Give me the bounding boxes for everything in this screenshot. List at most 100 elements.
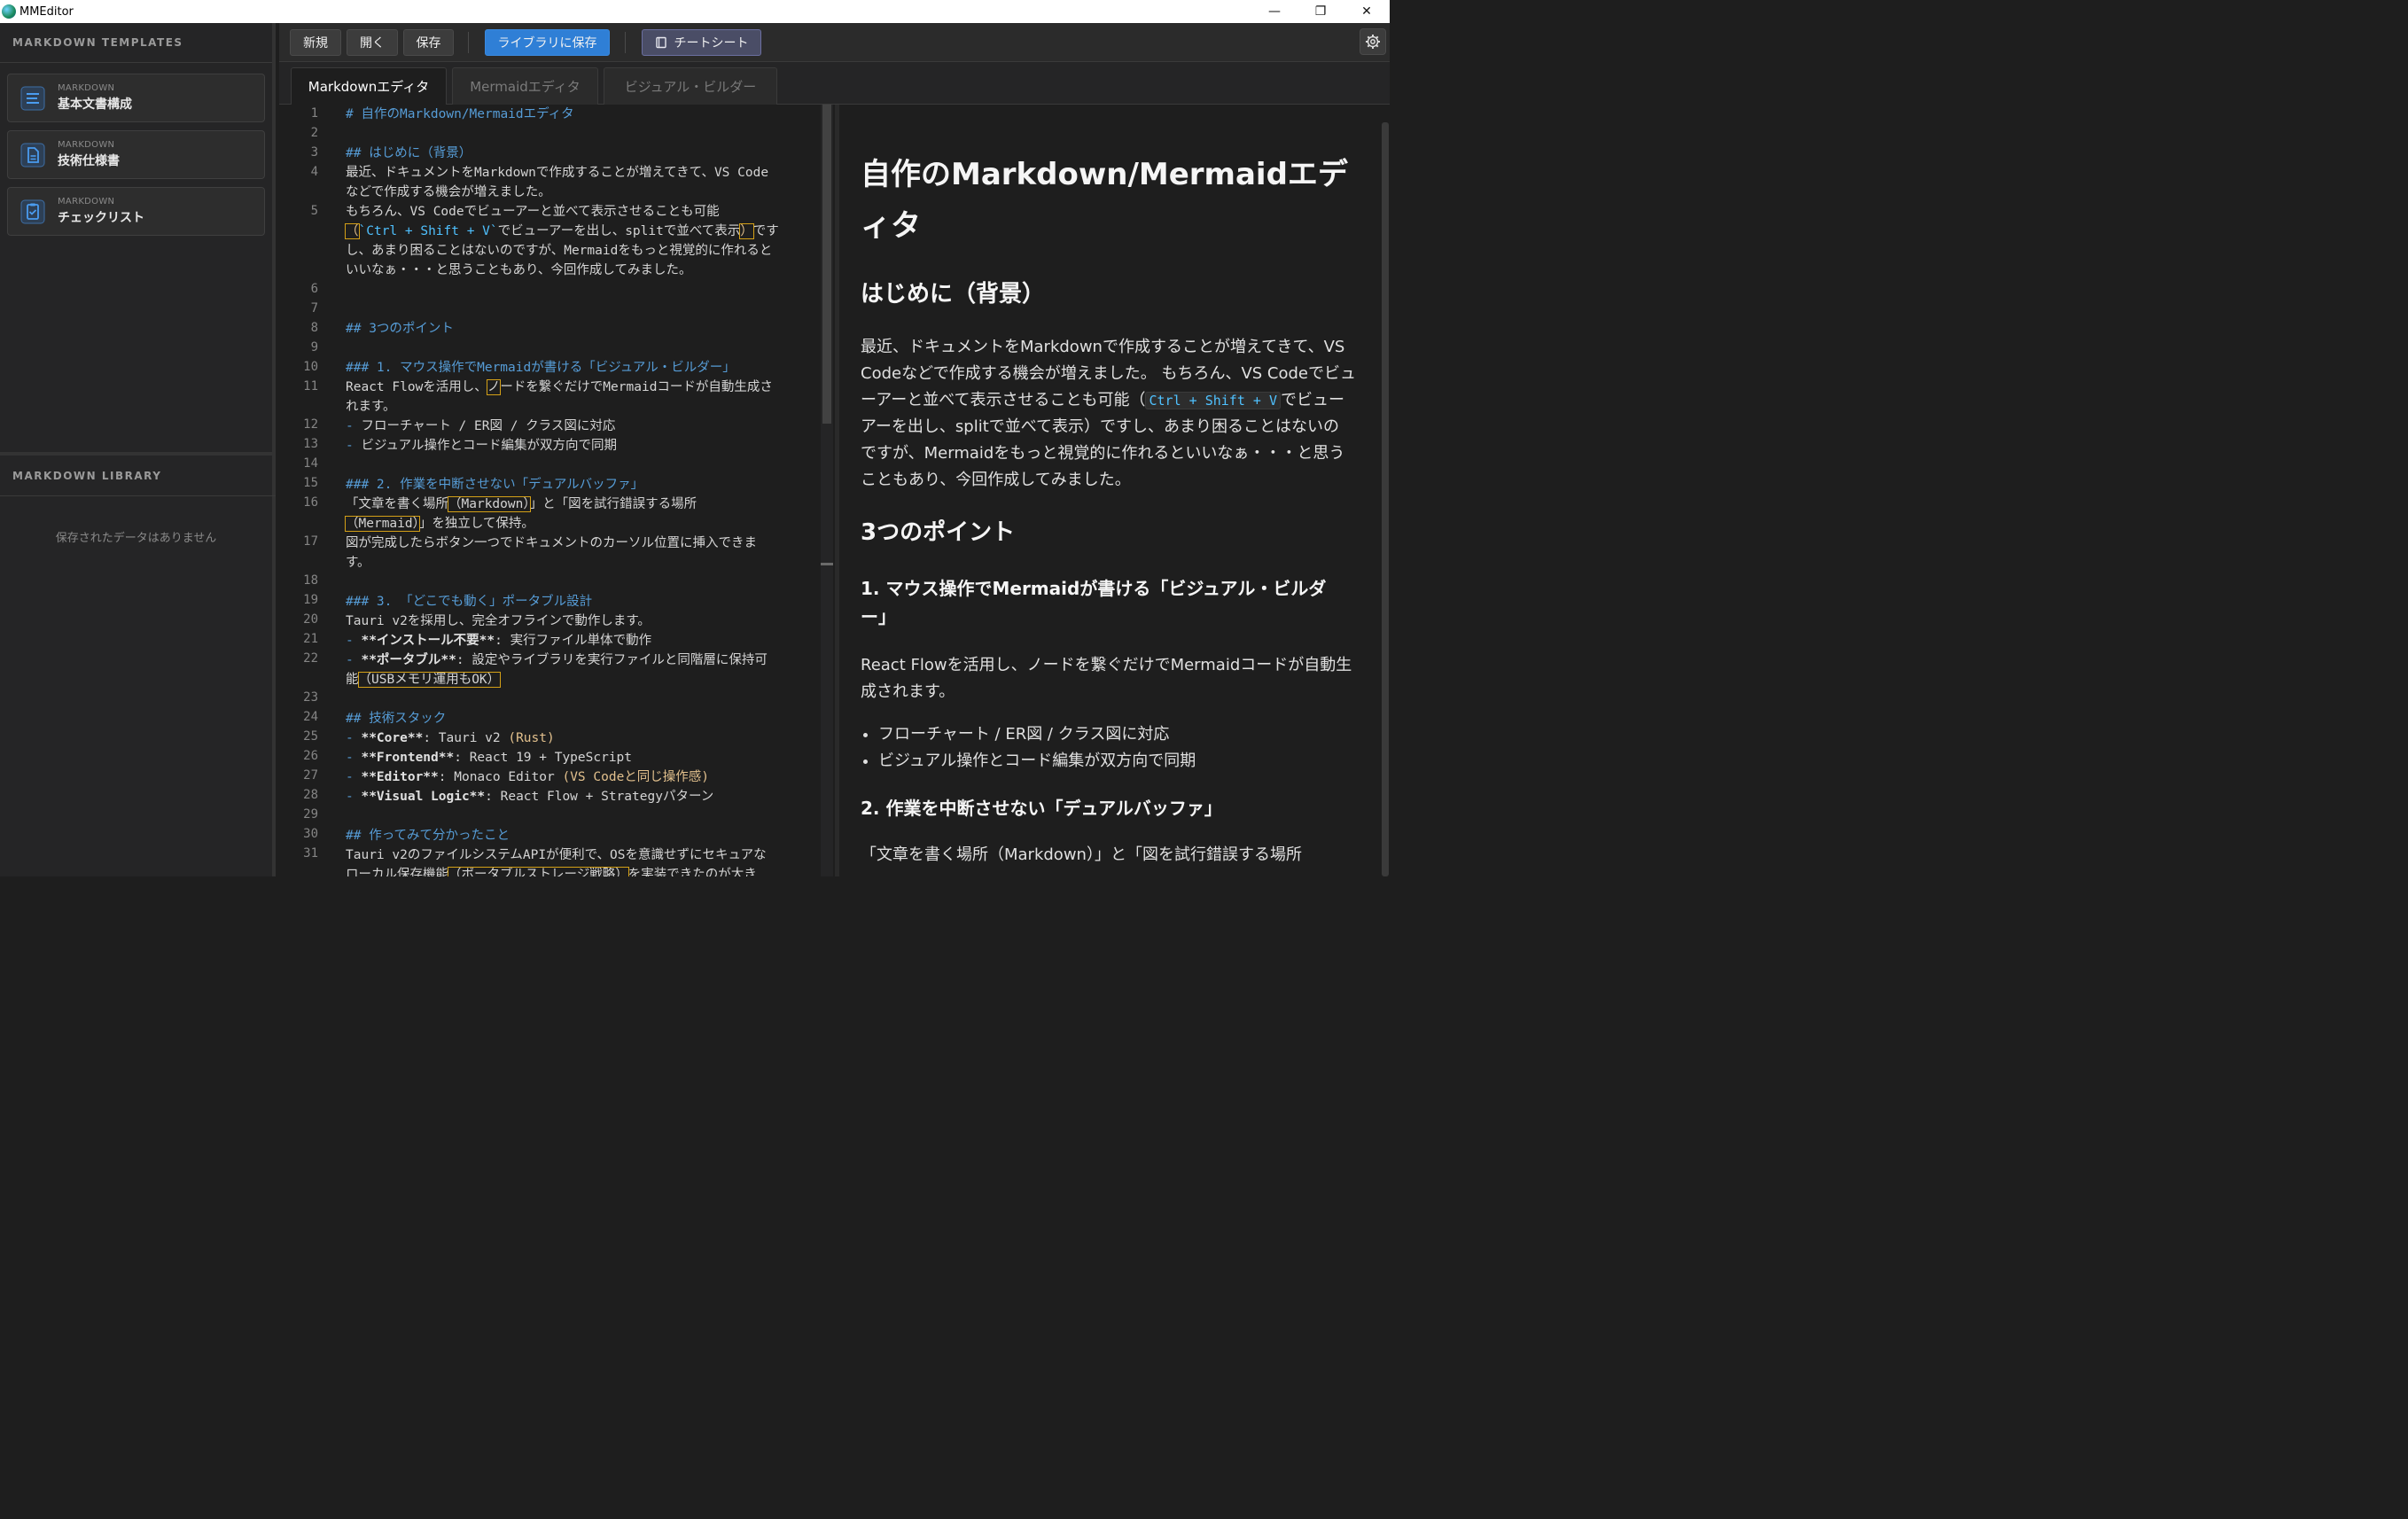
- code-line: - フローチャート / ER図 / クラス図に対応: [346, 417, 820, 436]
- preview-h1-line: ィタ: [861, 208, 921, 244]
- code-line: ### 1. マウス操作でMermaidが書ける「ビジュアル・ビルダー」: [346, 361, 736, 375]
- code-line: - **Core**: Tauri v2 (Rust): [346, 728, 820, 748]
- code-line: ### 2. 作業を中断させない「デュアルバッファ」: [346, 478, 644, 492]
- line-number: 20: [303, 612, 318, 627]
- line-number: 27: [303, 768, 318, 783]
- code-line: す。: [346, 556, 370, 570]
- code-line: 図が完成したらボタン一つでドキュメントのカーソル位置に挿入できま: [346, 536, 757, 550]
- tab-mermaid-editor[interactable]: Mermaidエディタ: [452, 67, 598, 105]
- preview-h2-points: 3つのポイント: [861, 519, 1016, 546]
- code-text: ビジュアル操作とコード編集が双方向で同期: [361, 439, 618, 453]
- window-title: MMEditor: [19, 4, 74, 19]
- preview-paragraph: React Flowを活用し、ノードを繋ぐだけでMermaidコードが自動生 成…: [861, 652, 1357, 705]
- template-category: MARKDOWN: [58, 197, 115, 206]
- app-globe-icon: [2, 4, 16, 19]
- code-text: 能: [346, 673, 359, 687]
- tab-markdown-editor[interactable]: Markdownエディタ: [291, 67, 447, 105]
- settings-button[interactable]: [1360, 28, 1386, 55]
- line-number: 25: [303, 729, 318, 744]
- line-number: 23: [303, 690, 318, 705]
- code-line: し、あまり困ることはないのですが、Mermaidをもっと視覚的に作れると: [346, 244, 773, 258]
- preview-h3: 1. マウス操作でMermaidが書ける「ビジュアル・ビルダ ー」: [861, 574, 1357, 631]
- preview-text: ーアーと並べて表示させることも可能（: [861, 391, 1146, 409]
- template-checklist[interactable]: MARKDOWN チェックリスト: [7, 187, 265, 236]
- line-number: 4: [310, 165, 318, 179]
- list-bullet: -: [346, 634, 362, 648]
- code-line: ## はじめに（背景）: [346, 146, 472, 160]
- code-line: - **Frontend**: React 19 + TypeScript: [346, 748, 820, 767]
- code-text: 」と「図を試行錯誤する場所: [529, 497, 697, 511]
- code-line: れます。: [346, 400, 396, 414]
- cheatsheet-button[interactable]: チートシート: [642, 29, 761, 56]
- line-number: 30: [303, 827, 318, 841]
- open-button[interactable]: 開く: [347, 29, 398, 56]
- preview-text-line: こともあり、今回作成してみました。: [861, 471, 1131, 489]
- code-line: ## 技術スタック: [346, 712, 447, 726]
- editor-scrollbar[interactable]: [821, 105, 833, 876]
- paren-text: (VS Codeと同じ操作感): [562, 770, 710, 784]
- list-bullet: -: [346, 653, 362, 667]
- preview-scrollbar[interactable]: [1381, 105, 1390, 876]
- template-basic-doc[interactable]: MARKDOWN 基本文書構成: [7, 74, 265, 122]
- code-line: # 自作のMarkdown/Mermaidエディタ: [346, 107, 574, 121]
- code-line: - **インストール不要**: 実行ファイル単体で動作: [346, 631, 820, 650]
- toolbar: 新規 開く 保存 ライブラリに保存 チートシート: [279, 23, 1390, 62]
- editor-scrollbar-thumb[interactable]: [822, 105, 831, 424]
- preview-scrollbar-thumb[interactable]: [1382, 122, 1389, 876]
- bracket-highlight: （ポータブルストレージ戦略）: [448, 867, 629, 876]
- line-number: 24: [303, 710, 318, 724]
- line-number: 1: [310, 106, 318, 121]
- preview-text-line: 成されます。: [861, 682, 955, 701]
- line-number: 3: [310, 145, 318, 160]
- window-controls: — ❐ ✕: [1251, 0, 1390, 23]
- paren-text: (Rust): [508, 731, 555, 745]
- code-line: 能（USBメモリ運用もOK）: [346, 670, 820, 689]
- code-text: : Tauri v2: [423, 731, 509, 745]
- code-line: 最近、ドキュメントをMarkdownで作成することが増えてきて、VS Code: [346, 166, 769, 180]
- bracket-highlight: ）: [739, 223, 754, 239]
- preview-text-line: ですが、Mermaidをもっと視覚的に作れるといいなぁ・・・と思う: [861, 444, 1345, 463]
- line-number: 13: [303, 437, 318, 451]
- preview-text-line: 最近、ドキュメントをMarkdownで作成することが増えてきて、VS: [861, 338, 1345, 356]
- markdown-editor[interactable]: 1 2 3 4 5 6 7 8 9 10 11 12 13 14 15 16 1…: [279, 105, 835, 876]
- new-button[interactable]: 新規: [290, 29, 341, 56]
- minimize-button[interactable]: —: [1251, 0, 1298, 23]
- code-text: : 実行ファイル単体で動作: [495, 634, 652, 648]
- cheatsheet-label: チートシート: [674, 36, 749, 51]
- save-to-library-button[interactable]: ライブラリに保存: [485, 29, 610, 56]
- toolbar-separator: [625, 32, 626, 53]
- list-lines-icon: [20, 86, 45, 110]
- line-number: 29: [303, 807, 318, 822]
- template-tech-spec[interactable]: MARKDOWN 技術仕様書: [7, 130, 265, 179]
- line-number: 18: [303, 573, 318, 588]
- template-name: チェックリスト: [58, 211, 144, 225]
- line-number: 16: [303, 495, 318, 510]
- code-line: - **Editor**: Monaco Editor (VS Codeと同じ操…: [346, 767, 820, 787]
- save-button[interactable]: 保存: [403, 29, 454, 56]
- preview-inline-code: Ctrl + Shift + V: [1145, 392, 1281, 409]
- code-line: 「文章を書く場所（Markdown）」と「図を試行錯誤する場所: [346, 495, 820, 514]
- preview-text-line: ーアーと並べて表示させることも可能（ Ctrl + Shift + V でビュー: [861, 387, 1357, 414]
- line-number: 14: [303, 456, 318, 471]
- bracket-highlight: （Markdown）: [448, 496, 531, 512]
- code-text: ードを繋ぐだけでMermaidコードが自動生成さ: [500, 380, 773, 394]
- list-bullet: -: [346, 731, 362, 745]
- close-button[interactable]: ✕: [1344, 0, 1390, 23]
- list-bullet: -: [346, 770, 362, 784]
- preview-text-line: 「文章を書く場所（Markdown）」と「図を試行錯誤する場所: [861, 845, 1302, 864]
- line-number: 7: [310, 301, 318, 315]
- tab-visual-builder[interactable]: ビジュアル・ビルダー: [604, 67, 777, 105]
- bold-text: **ポータブル**: [361, 653, 456, 667]
- maximize-button[interactable]: ❐: [1298, 0, 1344, 23]
- code-line: ### 3. 「どこでも動く」ポータブル設計: [346, 595, 593, 609]
- line-number: 17: [303, 534, 318, 549]
- code-text: 「文章を書く場所: [346, 497, 448, 511]
- code-line: もちろん、VS Codeでビューアーと並べて表示させることも可能: [346, 205, 720, 219]
- preview-h1-line: 自作のMarkdown/Mermaidエデ: [861, 157, 1348, 192]
- line-number: 8: [310, 321, 318, 335]
- code-line: - **ポータブル**: 設定やライブラリを実行ファイルと同階層に保持可: [346, 650, 820, 670]
- code-line: - **Visual Logic**: React Flow + Strateg…: [346, 787, 820, 806]
- list-bullet: -: [346, 790, 362, 804]
- code-text: React Flowを活用し、: [346, 380, 487, 394]
- line-number: 15: [303, 476, 318, 490]
